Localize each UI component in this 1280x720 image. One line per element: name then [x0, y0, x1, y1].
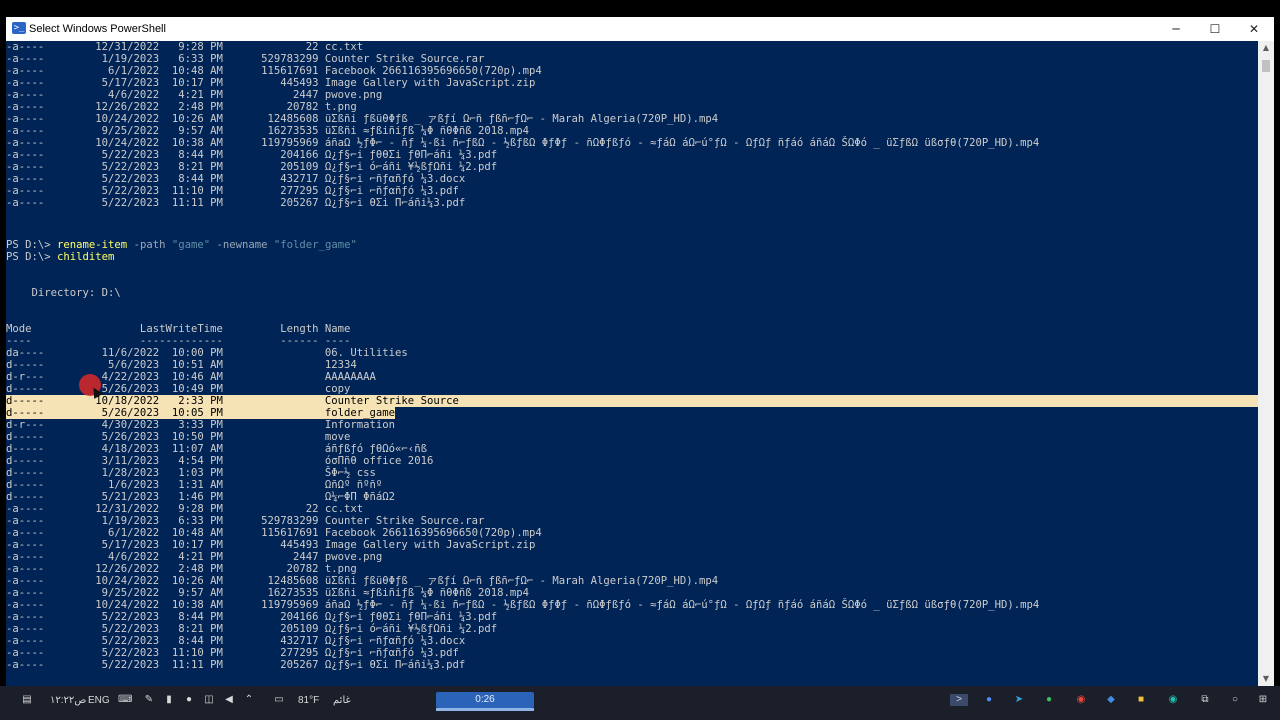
- listing-row: -a---- 5/22/2023 11:11 PM 205267 Ω¿ƒ§⌐i …: [6, 197, 466, 209]
- pen-icon[interactable]: ✎: [142, 694, 156, 706]
- listing-row: -a---- 12/31/2022 9:28 PM 22 cc.txt: [6, 503, 364, 515]
- listing-row: -a---- 5/17/2023 10:17 PM 445493 Image G…: [6, 77, 536, 89]
- scroll-up-icon[interactable]: ▲: [1258, 41, 1274, 55]
- language-indicator[interactable]: ENG: [88, 694, 110, 708]
- directory-label: Directory: D:\: [6, 287, 121, 299]
- listing-row: -a---- 10/24/2022 10:38 AM 119795969 áña…: [6, 137, 1040, 149]
- listing-row: d----- 3/11/2023 4:54 PM óσΠñθ office 20…: [6, 455, 434, 467]
- weather-icon[interactable]: ▭: [272, 694, 286, 706]
- listing-row: -a---- 4/6/2022 4:21 PM 2447 pwove.png: [6, 89, 383, 101]
- weather-status: غائم: [333, 695, 351, 706]
- keyboard-icon[interactable]: ⌨: [118, 694, 132, 706]
- listing-row: d----- 5/21/2023 1:46 PM Ω¼⌐ΦΠ ΦñáΩ2: [6, 491, 396, 503]
- listing-row: -a---- 10/24/2022 10:38 AM 119795969 áña…: [6, 599, 1040, 611]
- listing-row: -a---- 5/22/2023 8:21 PM 205109 Ω¿ƒ§⌐i ó…: [6, 161, 498, 173]
- powershell-icon: >_: [12, 22, 26, 34]
- listing-row: -a---- 5/22/2023 11:10 PM 277295 Ω¿ƒ§⌐i …: [6, 647, 459, 659]
- listing-row: d----- 5/26/2023 10:49 PM copy: [6, 383, 351, 395]
- param-newname: -newname: [210, 239, 274, 251]
- listing-row: d----- 1/28/2023 1:03 PM ŠΦ⌐½ css: [6, 467, 376, 479]
- listing-row: -a---- 9/25/2022 9:57 AM 16273535 üΣßñi …: [6, 587, 529, 599]
- temperature: 81°F: [298, 695, 320, 706]
- edge-icon[interactable]: ●: [982, 694, 996, 706]
- close-button[interactable]: ✕: [1234, 17, 1274, 41]
- listing-row: -a---- 10/24/2022 10:26 AM 12485608 üΣßñ…: [6, 575, 719, 587]
- vertical-scrollbar[interactable]: ▲ ▼: [1258, 41, 1274, 686]
- search-icon[interactable]: ○: [1228, 694, 1242, 706]
- prompt: PS D:\>: [6, 239, 58, 251]
- listing-row: -a---- 5/22/2023 11:11 PM 205267 Ω¿ƒ§⌐i …: [6, 659, 466, 671]
- whatsapp-icon[interactable]: ●: [1042, 694, 1056, 706]
- listing-row: -a---- 10/24/2022 10:26 AM 12485608 üΣßñ…: [6, 113, 719, 125]
- listing-row: -a---- 4/6/2022 4:21 PM 2447 pwove.png: [6, 551, 383, 563]
- microphone-icon[interactable]: ●: [182, 694, 196, 706]
- listing-row: d----- 5/26/2023 10:50 PM move: [6, 431, 351, 443]
- maximize-button[interactable]: ☐: [1195, 17, 1235, 41]
- listing-row: -a---- 5/22/2023 8:44 PM 432717 Ω¿ƒ§⌐i ⌐…: [6, 173, 466, 185]
- param-newname-value: "folder_game": [273, 239, 357, 251]
- listing-row: d----- 5/6/2023 10:51 AM 12334: [6, 359, 357, 371]
- listing-row-selected: d----- 10/18/2022 2:33 PM Counter Strike…: [6, 395, 1258, 407]
- listing-row: -a---- 12/26/2022 2:48 PM 20782 t.png: [6, 563, 357, 575]
- listing-row: da---- 11/6/2022 10:00 PM 06. Utilities: [6, 347, 408, 359]
- listing-row: d-r--- 4/22/2023 10:46 AM AAAAAAAA: [6, 371, 376, 383]
- listing-row: d----- 1/6/2023 1:31 AM ΩñΩº ñºñº: [6, 479, 383, 491]
- title-bar[interactable]: >_ Select Windows PowerShell ─ ☐ ✕: [6, 17, 1274, 41]
- taskbar: ▤ ص١٢:٢٢ ENG ⌨ ✎ ▮ ● ◫ ◀ ⌃ ▭ 81°F غائم 0…: [0, 686, 1280, 720]
- notification-icon[interactable]: ▤: [20, 694, 34, 706]
- chevron-up-icon[interactable]: ⌃: [242, 694, 256, 706]
- clock-time: ص١٢:٢٢: [50, 695, 87, 706]
- listing-row: -a---- 1/19/2023 6:33 PM 529783299 Count…: [6, 53, 485, 65]
- listing-row: -a---- 12/31/2022 9:28 PM 22 cc.txt: [6, 41, 364, 53]
- listing-row: -a---- 1/19/2023 6:33 PM 529783299 Count…: [6, 515, 485, 527]
- listing-row-selected: d----- 5/26/2023 10:05 PM folder_game: [6, 407, 396, 419]
- listing-row: -a---- 9/25/2022 9:57 AM 16273535 üΣßñi …: [6, 125, 529, 137]
- terminal-output[interactable]: -a---- 12/31/2022 9:28 PM 22 cc.txt -a---…: [6, 41, 1258, 686]
- start-icon[interactable]: ⊞: [1256, 694, 1270, 706]
- listing-row: -a---- 12/26/2022 2:48 PM 20782 t.png: [6, 101, 357, 113]
- minimize-button[interactable]: ─: [1156, 17, 1196, 41]
- task-view-icon[interactable]: ⧉: [1198, 694, 1212, 706]
- scrollbar-thumb[interactable]: [1262, 60, 1270, 72]
- listing-row: -a---- 5/17/2023 10:17 PM 445493 Image G…: [6, 539, 536, 551]
- telegram-icon[interactable]: ➤: [1012, 694, 1026, 706]
- file-explorer-icon[interactable]: ■: [1134, 694, 1148, 706]
- window-title: Select Windows PowerShell: [29, 23, 166, 35]
- listing-row: -a---- 6/1/2022 10:48 AM 115617691 Faceb…: [6, 65, 542, 77]
- command-line-childitem: PS D:\> childitem: [6, 251, 114, 263]
- listing-row: -a---- 5/22/2023 11:10 PM 277295 Ω¿ƒ§⌐i …: [6, 185, 459, 197]
- network-icon[interactable]: ◫: [202, 694, 216, 706]
- vscode-icon[interactable]: ◆: [1104, 694, 1118, 706]
- listing-row: -a---- 5/22/2023 8:21 PM 205109 Ω¿ƒ§⌐i ó…: [6, 623, 498, 635]
- cmdlet-childitem: childitem: [57, 251, 115, 263]
- param-path: -path: [127, 239, 172, 251]
- listing-row: -a---- 5/22/2023 8:44 PM 204166 Ω¿ƒ§⌐i ƒ…: [6, 149, 498, 161]
- listing-row: -a---- 5/22/2023 8:44 PM 204166 Ω¿ƒ§⌐i ƒ…: [6, 611, 498, 623]
- command-line-rename: PS D:\> rename-item -path "game" -newnam…: [6, 239, 357, 251]
- store-icon[interactable]: ◉: [1166, 694, 1180, 706]
- listing-row: -a---- 6/1/2022 10:48 AM 115617691 Faceb…: [6, 527, 542, 539]
- chrome-icon[interactable]: ◉: [1074, 694, 1088, 706]
- scroll-down-icon[interactable]: ▼: [1258, 672, 1274, 686]
- cmdlet-rename-item: rename-item: [57, 239, 128, 251]
- battery-icon[interactable]: ▮: [162, 694, 176, 706]
- listing-row: d-r--- 4/30/2023 3:33 PM Information: [6, 419, 396, 431]
- recording-progress: [436, 708, 534, 711]
- prompt: PS D:\>: [6, 251, 58, 263]
- powershell-taskbar-icon[interactable]: >: [950, 694, 968, 706]
- volume-icon[interactable]: ◀: [222, 694, 236, 706]
- listing-header: Mode LastWriteTime Length Name: [6, 323, 351, 335]
- listing-underline: ---- ------------- ------ ----: [6, 335, 351, 347]
- listing-row: d----- 4/18/2023 11:07 AM áñƒßƒó ƒθΩó«⌐‹…: [6, 443, 427, 455]
- param-path-value: "game": [171, 239, 211, 251]
- recording-timer: 0:26: [436, 692, 534, 708]
- listing-row: -a---- 5/22/2023 8:44 PM 432717 Ω¿ƒ§⌐i ⌐…: [6, 635, 466, 647]
- powershell-window: >_ Select Windows PowerShell ─ ☐ ✕ -a---…: [6, 17, 1274, 686]
